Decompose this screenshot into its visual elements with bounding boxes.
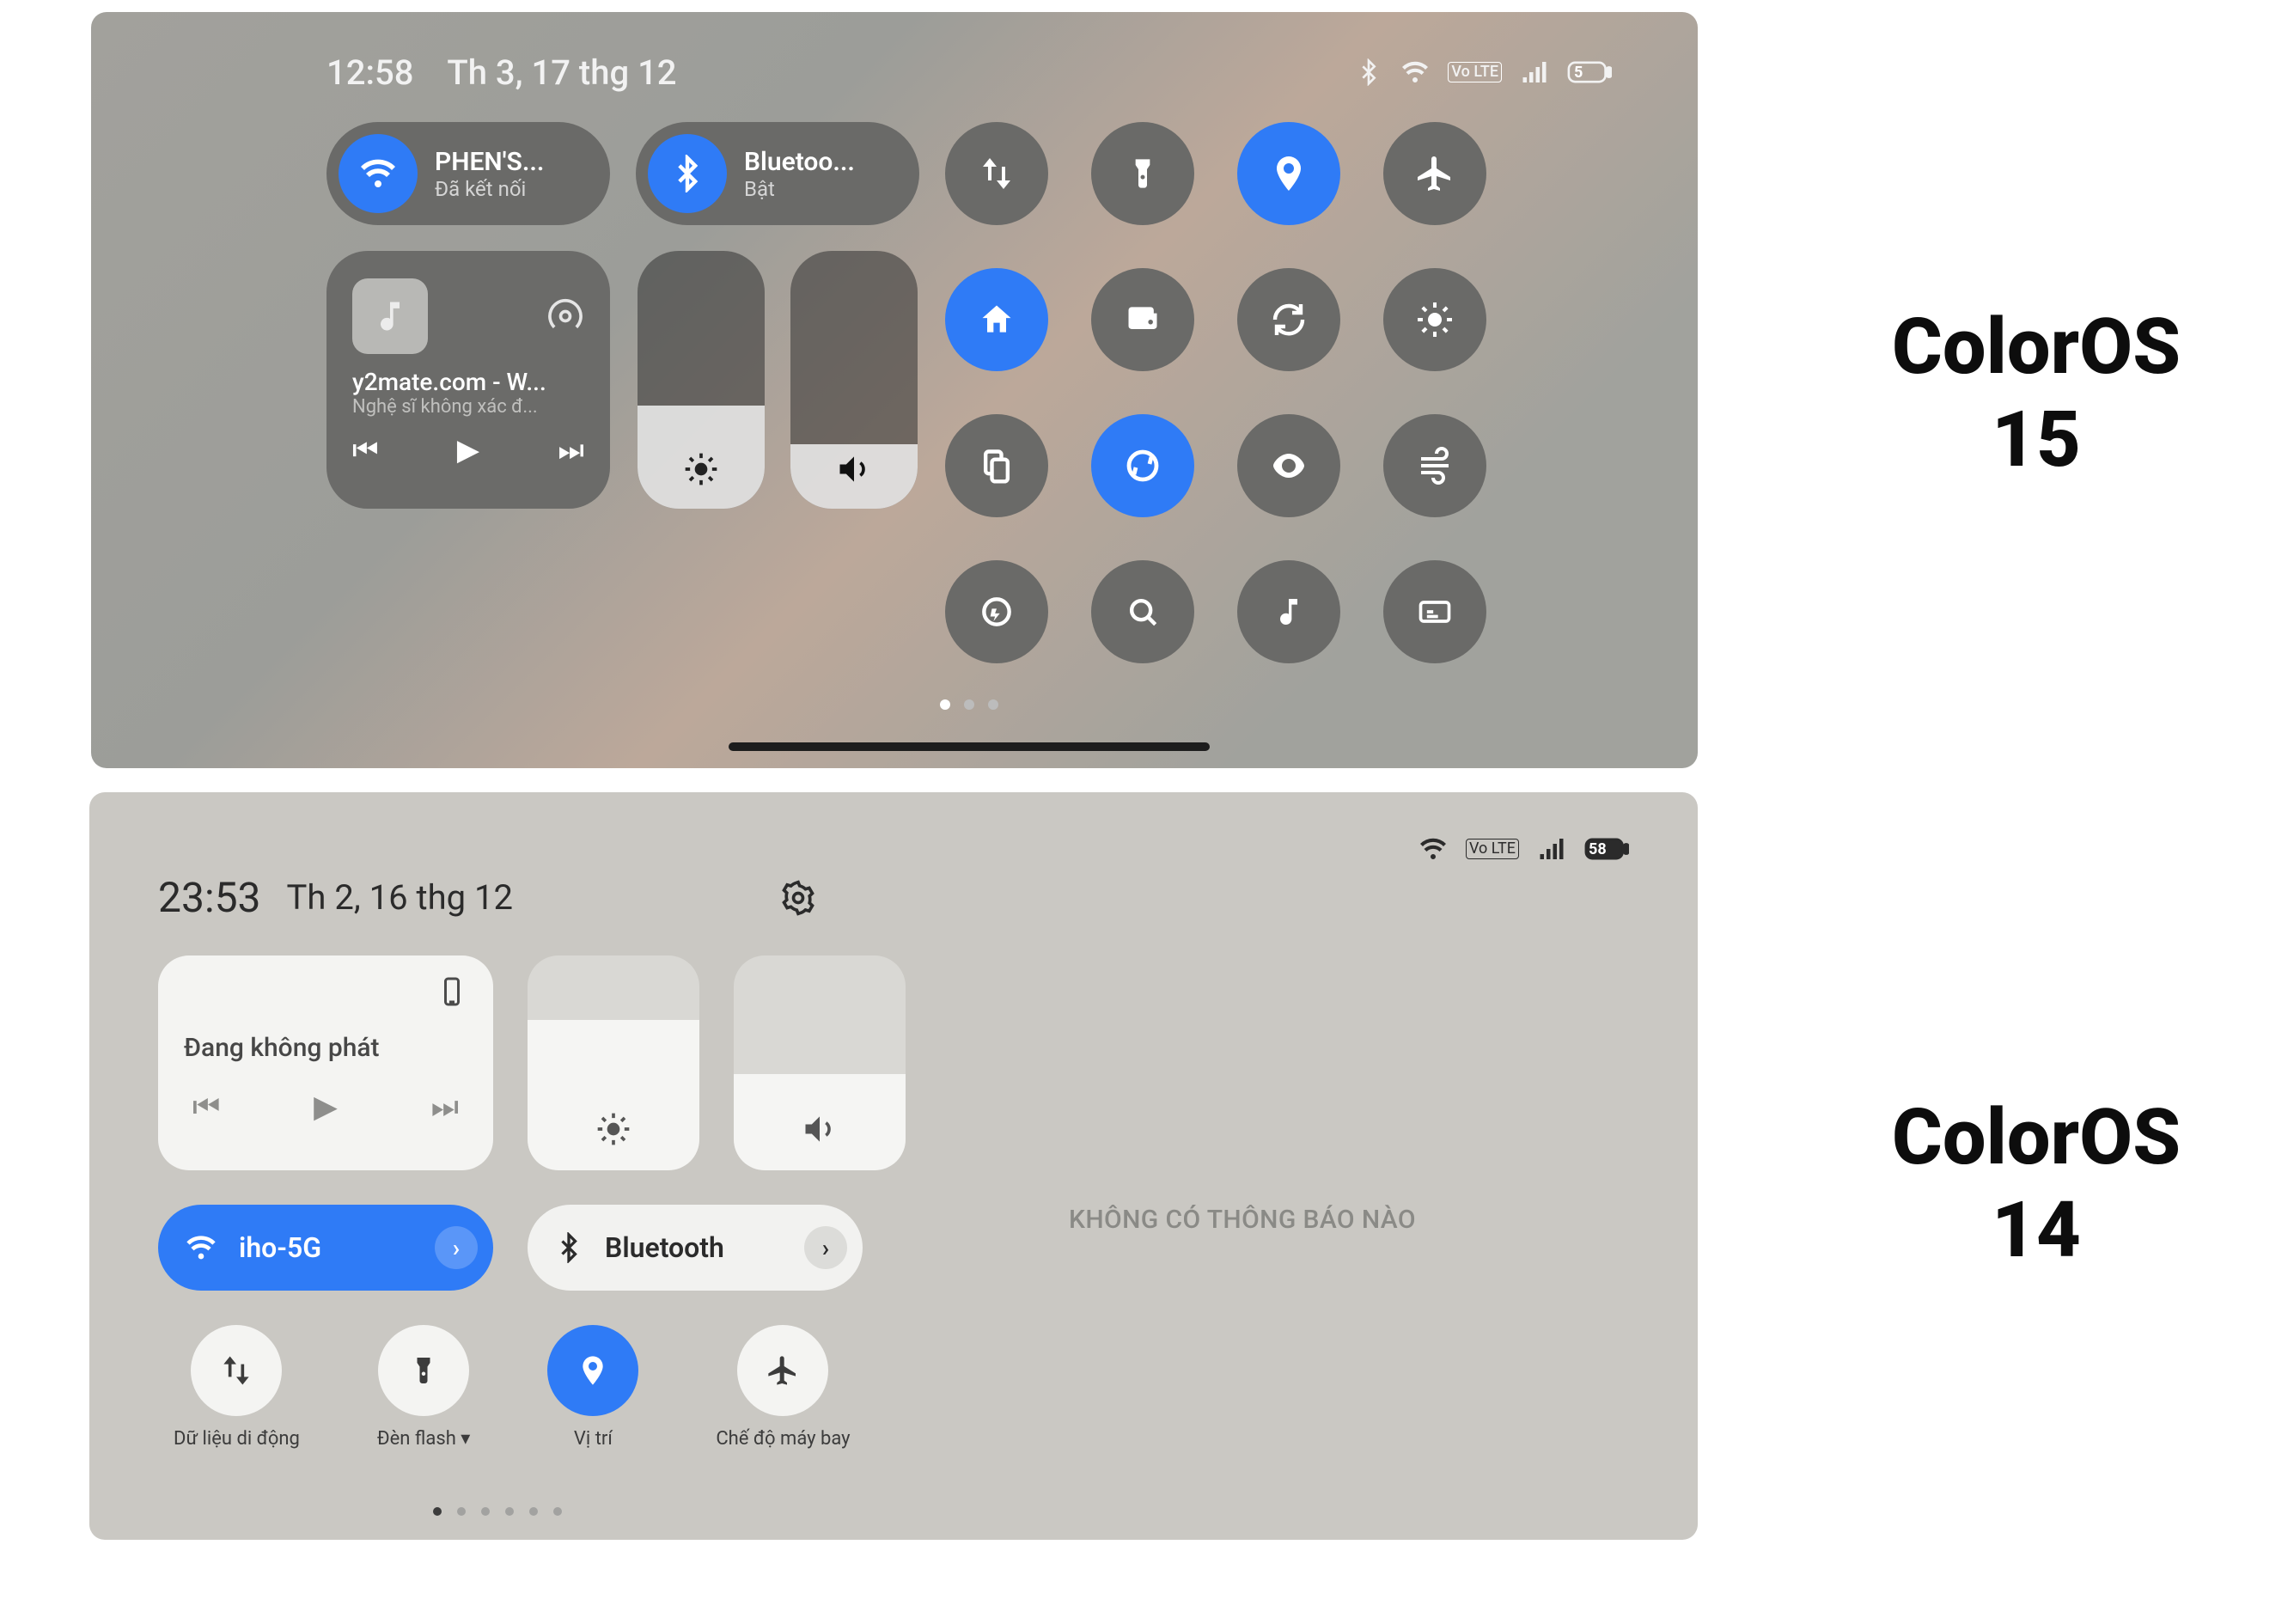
brightness-icon <box>682 450 720 488</box>
prev-button[interactable]: ⏮ <box>352 433 379 467</box>
flashlight-toggle[interactable] <box>1091 122 1194 225</box>
wifi-name: PHEN'S... <box>435 147 544 177</box>
bluetooth-icon <box>1355 58 1382 86</box>
bluetooth-tile[interactable]: Bluetooth › <box>528 1205 863 1291</box>
header: 23:53 Th 2, 16 thg 12 <box>158 873 1646 922</box>
volume-icon <box>801 1110 839 1148</box>
volume-icon <box>835 450 873 488</box>
wifi-icon <box>184 1230 218 1265</box>
brightness-slider[interactable] <box>528 955 699 1170</box>
empty-notifications: KHÔNG CÓ THÔNG BÁO NÀO <box>1069 1205 1416 1235</box>
label-coloros15: ColorOS 15 <box>1839 301 2234 486</box>
wifi-tile[interactable]: iho-5G › <box>158 1205 493 1291</box>
status-bar: Vo LTE 58 <box>1418 827 1629 871</box>
album-art-icon <box>352 278 428 354</box>
wifi-status: Đã kết nối <box>435 177 544 201</box>
home-toggle[interactable] <box>945 268 1048 371</box>
wifi-tile[interactable]: PHEN'S... Đã kết nối <box>326 122 610 225</box>
media-tile[interactable]: y2mate.com - W... Nghệ sĩ không xác đ...… <box>326 251 610 509</box>
settings-icon[interactable] <box>779 879 817 917</box>
media-title: Đang không phát <box>184 1033 467 1063</box>
flashlight-toggle[interactable]: Đèn flash ▾ <box>377 1325 470 1450</box>
wind-toggle[interactable] <box>1383 414 1486 517</box>
bluetooth-name: Bluetooth <box>605 1231 724 1264</box>
wifi-icon <box>1400 57 1431 88</box>
split-screen-toggle[interactable] <box>945 414 1048 517</box>
sync-toggle[interactable] <box>1091 414 1194 517</box>
bluetooth-icon <box>648 134 727 213</box>
gesture-handle[interactable] <box>729 742 1210 751</box>
status-time: 23:53 <box>158 873 261 922</box>
bluetooth-name: Bluetoo... <box>744 147 855 177</box>
cast-icon[interactable] <box>546 297 584 335</box>
page-indicator <box>433 1507 562 1516</box>
screenshot-coloros14: Vo LTE 58 23:53 Th 2, 16 thg 12 Đang khô… <box>89 792 1698 1540</box>
media-artist: Nghệ sĩ không xác đ... <box>352 396 584 418</box>
volume-slider[interactable] <box>790 251 918 509</box>
wifi-icon <box>1418 833 1449 864</box>
rotation-toggle[interactable] <box>1237 268 1340 371</box>
chevron-right-icon[interactable]: › <box>435 1226 478 1269</box>
captions-toggle[interactable] <box>1383 560 1486 663</box>
battery-icon: 58 <box>1584 827 1629 871</box>
volume-slider[interactable] <box>734 955 906 1170</box>
screenshot-coloros15: 12:58 Th 3, 17 thg 12 Vo LTE 5 <box>91 12 1698 768</box>
wallet-toggle[interactable] <box>1091 268 1194 371</box>
battery-icon: 5 <box>1567 50 1612 95</box>
status-bar: 12:58 Th 3, 17 thg 12 Vo LTE 5 <box>91 12 1698 95</box>
quick-toggle-grid <box>945 122 1486 663</box>
media-tile[interactable]: Đang không phát ⏮ ▶ ⏭ <box>158 955 493 1170</box>
airplane-toggle[interactable]: Chế độ máy bay <box>716 1325 850 1450</box>
mobile-data-toggle[interactable]: Dữ liệu di động <box>174 1325 300 1450</box>
mobile-data-toggle[interactable] <box>945 122 1048 225</box>
chevron-right-icon[interactable]: › <box>804 1226 847 1269</box>
location-toggle[interactable] <box>1237 122 1340 225</box>
music-toggle[interactable] <box>1237 560 1340 663</box>
signal-icon <box>1519 57 1550 88</box>
play-button[interactable]: ▶ <box>314 1089 338 1126</box>
status-time: 12:58 <box>326 52 413 93</box>
eye-comfort-toggle[interactable] <box>1237 414 1340 517</box>
prev-button[interactable]: ⏮ <box>192 1089 220 1126</box>
brightness-icon <box>595 1110 632 1148</box>
play-button[interactable]: ▶ <box>457 433 479 467</box>
airplane-toggle[interactable] <box>1383 122 1486 225</box>
label-coloros14: ColorOS 14 <box>1839 1091 2234 1277</box>
next-button[interactable]: ⏭ <box>431 1089 459 1126</box>
next-button[interactable]: ⏭ <box>558 433 584 467</box>
wifi-name: iho-5G <box>239 1231 321 1264</box>
dnd-toggle[interactable] <box>945 560 1048 663</box>
bluetooth-tile[interactable]: Bluetoo... Bật <box>636 122 919 225</box>
location-toggle[interactable]: Vị trí <box>547 1325 638 1450</box>
bluetooth-icon <box>553 1232 584 1263</box>
signal-icon <box>1536 833 1567 864</box>
brightness-auto-toggle[interactable] <box>1383 268 1486 371</box>
search-toggle[interactable] <box>1091 560 1194 663</box>
wifi-icon <box>339 134 418 213</box>
status-date: Th 2, 16 thg 12 <box>287 877 513 918</box>
bluetooth-status: Bật <box>744 177 855 201</box>
brightness-slider[interactable] <box>638 251 765 509</box>
media-title: y2mate.com - W... <box>352 368 584 396</box>
status-date: Th 3, 17 thg 12 <box>447 52 676 93</box>
device-icon[interactable] <box>436 976 467 1007</box>
page-indicator <box>940 699 998 710</box>
volte-icon: Vo LTE <box>1466 839 1519 859</box>
volte-icon: Vo LTE <box>1448 62 1502 82</box>
quick-toggle-row: Dữ liệu di động Đèn flash ▾ Vị trí Chế đ… <box>158 1325 931 1450</box>
